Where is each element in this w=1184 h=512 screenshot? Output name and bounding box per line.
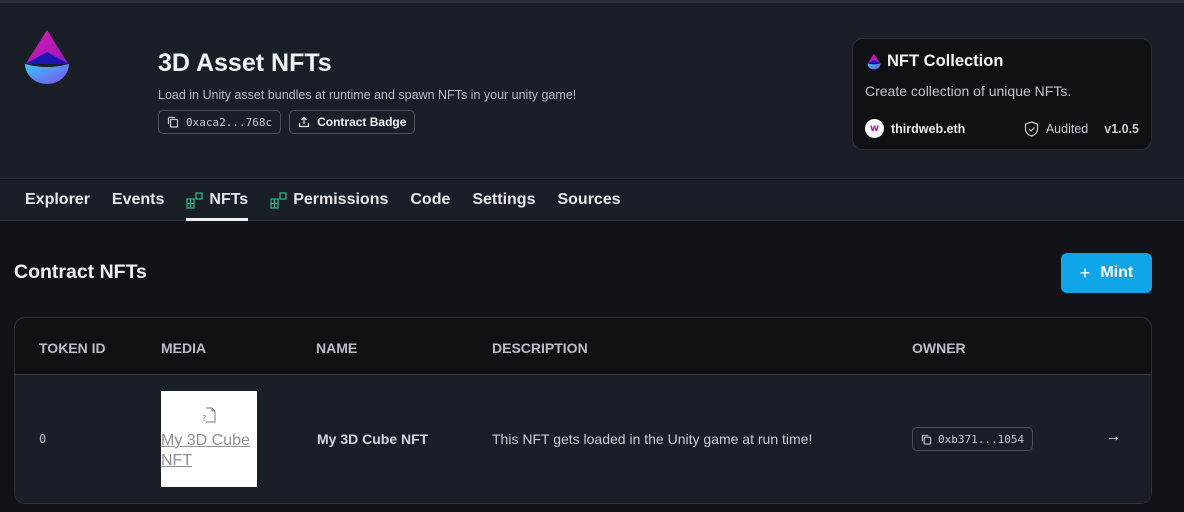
contract-badge-button[interactable]: Contract Badge [289, 110, 416, 134]
tab-permissions[interactable]: Permissions [259, 180, 399, 220]
copy-owner-button[interactable]: 0xb371...1054 [912, 427, 1034, 451]
plus-icon: + [1079, 262, 1091, 283]
tab-label: Explorer [25, 191, 90, 208]
mint-label: Mint [1100, 264, 1134, 281]
column-header-name: NAME [316, 340, 358, 356]
column-header-description: DESCRIPTION [492, 340, 588, 356]
publisher-name: thirdweb.eth [891, 121, 966, 136]
publisher-avatar: w [865, 119, 884, 138]
page-title: 3D Asset NFTs [158, 49, 332, 77]
table-header: TOKEN ID MEDIA NAME DESCRIPTION OWNER [15, 318, 1151, 375]
section-title: Contract NFTs [14, 261, 147, 283]
extension-icon [270, 191, 287, 209]
share-icon [298, 116, 310, 128]
contract-header: 3D Asset NFTs Load in Unity asset bundle… [0, 3, 1184, 179]
broken-image-icon: ? [202, 407, 216, 423]
tab-sources[interactable]: Sources [546, 180, 631, 220]
mint-button[interactable]: + Mint [1061, 253, 1152, 293]
audited-label: Audited [1045, 121, 1089, 136]
tab-label: Events [111, 191, 165, 208]
extension-icon [186, 191, 204, 209]
copy-address-button[interactable]: 0xaca2...768c [158, 110, 282, 134]
contract-tabs: Explorer Events NFTs Permissions Code Se… [0, 180, 1184, 221]
publisher-link[interactable]: w thirdweb.eth [865, 119, 965, 138]
tab-label: Settings [472, 191, 536, 208]
card-title: NFT Collection [887, 52, 1004, 70]
nft-name: My 3D Cube NFT [317, 431, 429, 447]
tab-label: NFTs [209, 191, 249, 208]
column-header-owner: OWNER [912, 340, 966, 356]
card-description: Create collection of unique NFTs. [865, 83, 1072, 99]
nft-media: ? My 3D Cube NFT [161, 391, 257, 487]
tab-events[interactable]: Events [101, 180, 175, 220]
tab-settings[interactable]: Settings [461, 180, 546, 220]
media-alt-text[interactable]: My 3D Cube NFT [161, 431, 257, 471]
token-id: 0 [39, 432, 47, 446]
table-row[interactable]: 0 ? My 3D Cube NFT My 3D Cube NFT This N… [15, 375, 1151, 503]
contract-address: 0xaca2...768c [186, 115, 273, 129]
tab-code[interactable]: Code [399, 180, 461, 220]
nfts-table: TOKEN ID MEDIA NAME DESCRIPTION OWNER 0 … [14, 317, 1152, 504]
nft-description: This NFT gets loaded in the Unity game a… [492, 431, 813, 447]
version-label: v1.0.5 [1104, 121, 1139, 136]
tab-explorer[interactable]: Explorer [14, 180, 101, 220]
tab-label: Sources [557, 191, 621, 208]
contract-logo-icon [25, 30, 69, 84]
nft-collection-icon [867, 53, 881, 70]
audited-badge: Audited [1024, 120, 1089, 137]
owner-address: 0xb371...1054 [938, 432, 1025, 446]
svg-text:?: ? [202, 414, 206, 423]
column-header-token-id: TOKEN ID [39, 340, 106, 356]
copy-icon [921, 434, 932, 445]
contract-type-card[interactable]: NFT Collection Create collection of uniq… [852, 38, 1152, 150]
shield-check-icon [1024, 120, 1038, 137]
tab-label: Code [410, 191, 451, 208]
tab-nfts[interactable]: NFTs [175, 180, 259, 221]
copy-icon [167, 116, 179, 128]
contract-badge-label: Contract Badge [317, 115, 407, 129]
contract-description: Load in Unity asset bundles at runtime a… [158, 88, 577, 102]
arrow-right-icon[interactable]: → [1106, 428, 1121, 445]
tab-label: Permissions [293, 191, 389, 208]
column-header-media: MEDIA [161, 340, 207, 356]
